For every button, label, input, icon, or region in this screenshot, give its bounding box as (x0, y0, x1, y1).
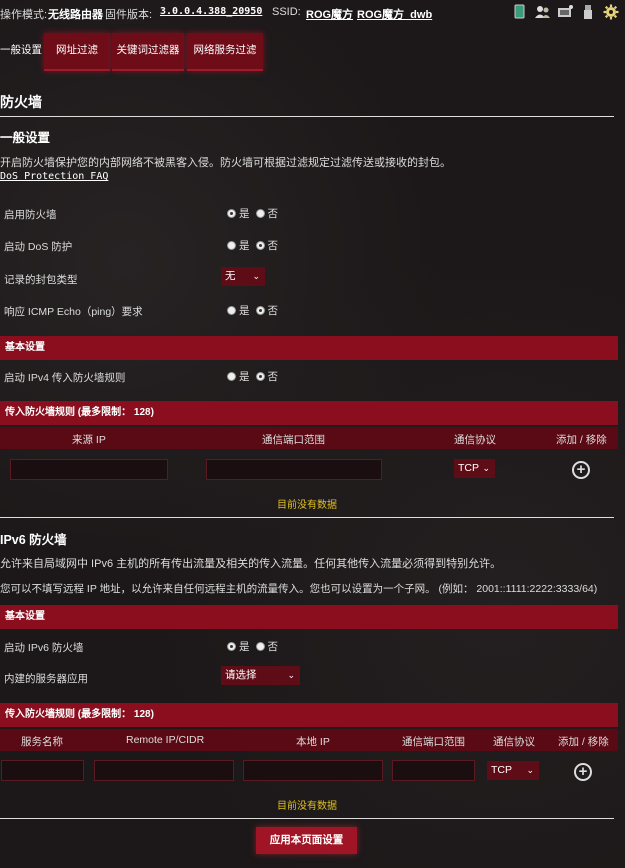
section-divider (0, 517, 614, 518)
col-port-range-v6: 通信端口范围 (402, 736, 465, 748)
ipv6-enable-label: 启动 IPv6 防火墙 (4, 642, 84, 654)
usb-icon[interactable] (580, 3, 596, 20)
server-app-label: 内建的服务器应用 (4, 673, 88, 685)
users-icon[interactable] (534, 3, 550, 20)
dos-faq-link[interactable]: DoS Protection FAQ (0, 171, 108, 182)
chevron-down-icon: ⌄ (482, 463, 490, 473)
radio-icon (255, 372, 265, 381)
col-remote-ip: Remote IP/CIDR (126, 734, 205, 746)
ipv6-desc-2: 您可以不填写远程 IP 地址，以允许来自任何远程主机的流量传入。您也可以设置为一… (0, 583, 598, 595)
radio-icon (227, 306, 236, 315)
icmp-yes[interactable]: 是 (227, 303, 250, 318)
ipv6-enable-yes[interactable]: 是 (227, 639, 250, 654)
status-bar: 操作模式: 无线路由器 固件版本: 3.0.0.4.388_20950 SSID… (0, 0, 625, 26)
chevron-down-icon: ⌄ (287, 670, 295, 680)
inbound-v6-header: 传入防火墙规则 (最多限制： 128) (0, 703, 618, 727)
ipv4-inbound-yes[interactable]: 是 (227, 369, 250, 384)
radio-icon (227, 209, 236, 218)
log-type-label: 记录的封包类型 (4, 274, 78, 286)
col-protocol-v6: 通信协议 (493, 736, 535, 748)
v6-empty-text: 目前没有数据 (277, 801, 337, 812)
port-range-input[interactable] (206, 459, 382, 480)
icmp-radios: 是 否 (227, 303, 278, 318)
ipv6-title: IPv6 防火墙 (0, 533, 67, 547)
protocol-v6-select[interactable]: TCP ⌄ (487, 761, 539, 780)
firmware-value[interactable]: 3.0.0.4.388_20950 (160, 6, 262, 17)
radio-icon (227, 642, 236, 651)
inbound-v4-header: 传入防火墙规则 (最多限制： 128) (0, 401, 618, 425)
log-type-select[interactable]: 无 ⌄ (221, 267, 265, 286)
tab-service-filter[interactable]: 网络服务过滤 (187, 33, 263, 71)
chevron-down-icon: ⌄ (526, 765, 534, 775)
general-title: 一般设置 (0, 131, 51, 145)
radio-icon (227, 372, 236, 381)
settings-gear-icon[interactable] (603, 3, 619, 20)
ipv6-enable-radios: 是 否 (227, 639, 278, 654)
enable-firewall-label: 启用防火墙 (4, 209, 57, 221)
col-add-remove-v6: 添加 / 移除 (558, 736, 609, 748)
ipv4-inbound-label: 启动 IPv4 传入防火墙规则 (4, 372, 126, 384)
protocol-select[interactable]: TCP ⌄ (454, 459, 495, 478)
tab-keyword-filter[interactable]: 关键词过滤器 (112, 33, 184, 71)
inbound-v4-columns: 来源 IP 通信端口范围 通信协议 添加 / 移除 (0, 427, 618, 449)
icmp-no[interactable]: 否 (255, 303, 278, 318)
mode-value[interactable]: 无线路由器 (48, 6, 103, 22)
col-protocol: 通信协议 (454, 434, 496, 446)
col-source-ip: 来源 IP (72, 434, 106, 446)
network-device-icon[interactable] (557, 3, 573, 20)
ipv4-inbound-radios: 是 否 (227, 369, 278, 384)
tab-url-filter[interactable]: 网址过滤 (44, 33, 110, 71)
mode-label: 操作模式: (0, 9, 48, 21)
icmp-label: 响应 ICMP Echo（ping）要求 (4, 306, 143, 318)
sd-card-icon[interactable] (511, 3, 527, 20)
ipv4-inbound-no[interactable]: 否 (255, 369, 278, 384)
enable-firewall-radios: 是 否 (227, 206, 278, 221)
service-name-input[interactable] (1, 760, 84, 781)
source-ip-input[interactable] (10, 459, 168, 480)
enable-firewall-no[interactable]: 否 (255, 206, 278, 221)
apply-button[interactable]: 应用本页面设置 (256, 827, 357, 854)
basic-v6-header: 基本设置 (0, 605, 618, 629)
v4-empty-text: 目前没有数据 (277, 500, 337, 511)
radio-icon (255, 209, 265, 218)
col-port-range: 通信端口范围 (262, 434, 325, 446)
add-rule-icon[interactable]: + (572, 461, 590, 479)
port-range-v6-input[interactable] (392, 760, 475, 781)
radio-icon (255, 642, 265, 651)
local-ip-input[interactable] (243, 760, 383, 781)
page-title: 防火墙 (0, 94, 42, 110)
tab-general[interactable]: 一般设置 (0, 33, 42, 69)
enable-firewall-yes[interactable]: 是 (227, 206, 250, 221)
chevron-down-icon: ⌄ (252, 271, 260, 281)
dos-yes[interactable]: 是 (227, 238, 250, 253)
firmware-label: 固件版本: (105, 9, 153, 21)
ipv6-desc-1: 允许来自局域网中 IPv6 主机的所有传出流量及相关的传入流量。任何其他传入流量… (0, 558, 502, 570)
col-local-ip: 本地 IP (296, 736, 330, 748)
ipv6-enable-no[interactable]: 否 (255, 639, 278, 654)
bottom-divider (0, 818, 614, 819)
remote-ip-input[interactable] (94, 760, 234, 781)
ssid-2[interactable]: ROG魔方_dwb (357, 6, 432, 22)
ssid-1[interactable]: ROG魔方 (306, 6, 353, 22)
col-service-name: 服务名称 (21, 736, 63, 748)
radio-icon (255, 241, 265, 250)
inbound-v6-columns: 服务名称 Remote IP/CIDR 本地 IP 通信端口范围 通信协议 添加… (0, 729, 618, 751)
radio-icon (255, 306, 265, 315)
server-app-select[interactable]: 请选择 ⌄ (221, 666, 300, 685)
radio-icon (227, 241, 236, 250)
col-add-remove: 添加 / 移除 (556, 434, 607, 446)
dos-no[interactable]: 否 (255, 238, 278, 253)
title-divider (0, 116, 614, 117)
dos-label: 启动 DoS 防护 (4, 241, 73, 253)
ssid-label: SSID: (272, 6, 301, 18)
dos-radios: 是 否 (227, 238, 278, 253)
general-desc: 开启防火墙保护您的内部网络不被黑客入侵。防火墙可根据过滤规定过滤传送或接收的封包… (0, 157, 451, 169)
basic-v4-header: 基本设置 (0, 336, 618, 360)
add-rule-v6-icon[interactable]: + (574, 763, 592, 781)
